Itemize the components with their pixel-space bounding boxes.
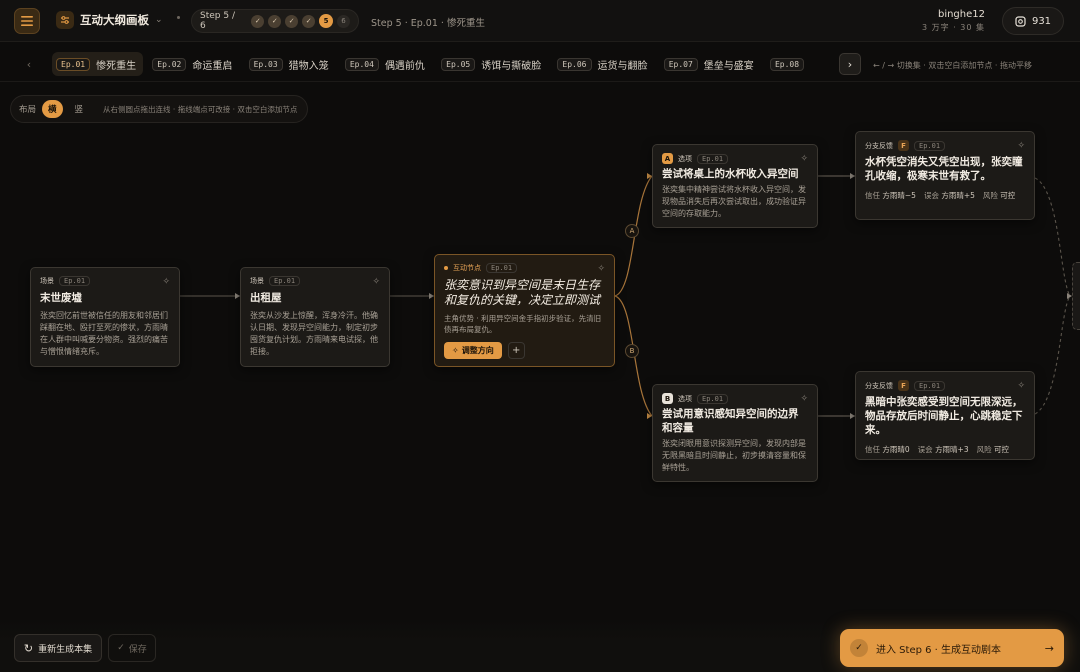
node-ep-tag: Ep.01 <box>914 140 946 151</box>
node-body: 主角优势 · 利用异空间金手指初步验证，先清旧债再布局复仇。 <box>444 314 602 334</box>
node-type: 选项 <box>678 154 692 163</box>
next-node-placeholder[interactable] <box>1072 262 1080 330</box>
node-ep-tag: Ep.01 <box>697 153 729 164</box>
sparkle-icon[interactable]: ✧ <box>800 154 808 164</box>
node-type: 场景 <box>250 277 264 285</box>
node-header: 场景 Ep.01 <box>250 276 380 286</box>
feedback-badge: F <box>898 380 909 391</box>
branch-feedback-node-a[interactable]: 分支反馈 F Ep.01 ✧ 水杯凭空消失又凭空出现，张奕瞳孔收缩，极寒末世有救了。… <box>855 131 1035 220</box>
sparkle-icon[interactable]: ✧ <box>597 264 605 274</box>
feedback-badge: F <box>898 140 909 151</box>
node-body: 张奕闭眼用意识探测异空间，发现内部是无限黑暗且时间静止，初步摸清容量和保鲜特性。 <box>662 439 806 472</box>
scene-node-2[interactable]: 场景 Ep.01 ✧ 出租屋 张奕从沙发上惊醒，浑身冷汗。他确认日期、发现异空间能… <box>240 267 390 367</box>
node-type: 分支反馈 <box>865 141 893 150</box>
node-body: 张奕从沙发上惊醒，浑身冷汗。他确认日期、发现异空间能力，制定初步囤货复仇计划。方… <box>250 311 378 356</box>
stat-item: 误会 方雨晴+5 <box>923 191 975 200</box>
option-badge: A <box>662 153 673 164</box>
node-title: 尝试将桌上的水杯收入异空间 <box>662 168 799 180</box>
branch-feedback-node-b[interactable]: 分支反馈 F Ep.01 ✧ 黑暗中张奕感受到空间无限深远，物品存放后时间静止，心跳… <box>855 371 1035 460</box>
stat-item: 风险 可控 <box>982 191 1016 200</box>
node-title: 出租屋 <box>250 292 282 304</box>
enter-step-6-button[interactable]: ✓ 进入 Step 6 · 生成互动剧本 → <box>840 629 1064 667</box>
node-type: 互动节点 <box>453 264 481 272</box>
node-header: 分支反馈 F Ep.01 <box>865 140 1025 151</box>
node-header: 互动节点 Ep.01 <box>444 263 605 273</box>
regenerate-button[interactable]: ↻ 重新生成本集 <box>14 634 102 662</box>
refresh-icon: ↻ <box>23 641 34 655</box>
enter-step-label: 进入 Step 6 · 生成互动剧本 <box>876 644 1002 656</box>
sparkle-icon[interactable]: ✧ <box>1017 141 1025 151</box>
node-type: 分支反馈 <box>865 381 893 390</box>
stat-list: 信任 方雨晴0 误会 方雨晴+3 风险 可控 <box>865 444 1025 455</box>
node-header: A 选项 Ep.01 <box>662 153 808 164</box>
node-header: 场景 Ep.01 <box>40 276 170 286</box>
node-type: 选项 <box>678 394 692 403</box>
interaction-hub-node[interactable]: 互动节点 Ep.01 ✧ 张奕意识到异空间是末日生存和复仇的关键，决定立即测试 主… <box>434 254 615 367</box>
node-ep-tag: Ep.01 <box>269 276 301 286</box>
option-badge: B <box>662 393 673 404</box>
sparkle-icon[interactable]: ✧ <box>1017 381 1025 391</box>
hub-dot-icon <box>444 266 448 270</box>
edge-label-a[interactable]: A <box>625 224 639 238</box>
node-ep-tag: Ep.01 <box>486 263 518 273</box>
check-circle-icon: ✓ <box>850 639 868 657</box>
option-node-a[interactable]: A 选项 Ep.01 ✧ 尝试将桌上的水杯收入异空间 张奕集中精神尝试将水杯收入异空… <box>652 144 818 228</box>
stat-item: 信任 方雨晴0 <box>865 445 910 454</box>
check-icon: ✓ <box>117 643 125 653</box>
node-body: 张奕集中精神尝试将水杯收入异空间，发现物品消失后再次尝试取出，成功验证异空间的存… <box>662 185 806 218</box>
regenerate-label: 重新生成本集 <box>38 644 93 655</box>
save-button[interactable]: ✓ 保存 <box>108 634 156 662</box>
node-ep-tag: Ep.01 <box>59 276 91 286</box>
stat-list: 信任 方雨晴−5 误会 方雨晴+5 风险 可控 <box>865 190 1025 201</box>
node-title: 末世废墟 <box>40 292 82 304</box>
arrow-right-icon: → <box>1044 641 1054 655</box>
node-header: B 选项 Ep.01 <box>662 393 808 404</box>
sparkle-icon: ✧ <box>452 346 459 355</box>
node-title: 张奕意识到异空间是末日生存和复仇的关键，决定立即测试 <box>444 278 601 307</box>
node-title: 尝试用意识感知异空间的边界和容量 <box>662 408 799 434</box>
sparkle-icon[interactable]: ✧ <box>800 394 808 404</box>
scene-node-1[interactable]: 场景 Ep.01 ✧ 末世废墟 张奕回忆前世被信任的朋友和邻居们踩翻在地、殴打至死… <box>30 267 180 367</box>
add-branch-button[interactable]: + <box>507 342 525 359</box>
stat-item: 风险 可控 <box>976 445 1010 454</box>
node-type: 场景 <box>40 277 54 285</box>
node-title: 黑暗中张奕感受到空间无限深远，物品存放后时间静止，心跳稳定下来。 <box>865 396 1023 436</box>
sparkle-icon[interactable]: ✧ <box>372 277 380 287</box>
adjust-direction-button[interactable]: ✧ 调整方向 <box>444 342 502 359</box>
edge-fbA-next <box>1034 177 1071 297</box>
node-body: 张奕回忆前世被信任的朋友和邻居们踩翻在地、殴打至死的惨状，方雨晴在人群中叫喊要分… <box>40 311 168 356</box>
node-title: 水杯凭空消失又凭空出现，张奕瞳孔收缩，极寒末世有救了。 <box>865 156 1023 182</box>
stat-item: 误会 方雨晴+3 <box>917 445 969 454</box>
hub-actions: ✧ 调整方向 + <box>444 342 605 359</box>
node-ep-tag: Ep.01 <box>914 380 946 391</box>
stat-item: 信任 方雨晴−5 <box>865 191 916 200</box>
adjust-direction-label: 调整方向 <box>461 346 494 355</box>
save-label: 保存 <box>128 644 147 655</box>
option-node-b[interactable]: B 选项 Ep.01 ✧ 尝试用意识感知异空间的边界和容量 张奕闭眼用意识探测异空间… <box>652 384 818 482</box>
edge-fbB-next <box>1034 295 1071 415</box>
sparkle-icon[interactable]: ✧ <box>162 277 170 287</box>
node-ep-tag: Ep.01 <box>697 393 729 404</box>
node-header: 分支反馈 F Ep.01 <box>865 380 1025 391</box>
edge-label-b[interactable]: B <box>625 344 639 358</box>
